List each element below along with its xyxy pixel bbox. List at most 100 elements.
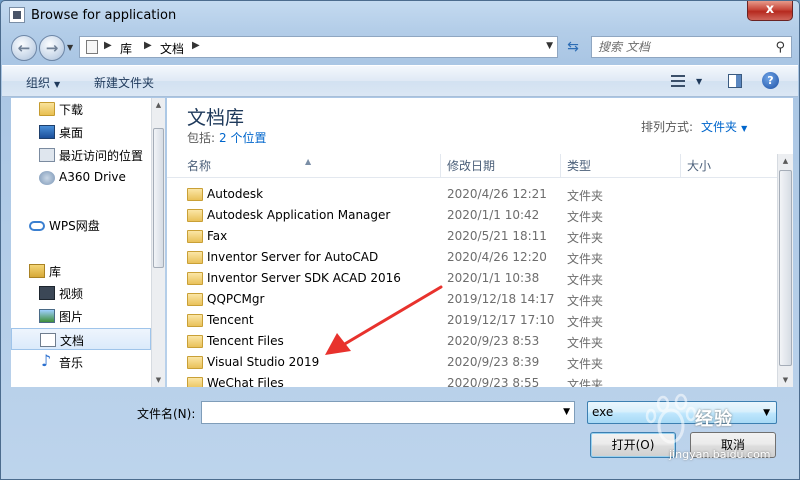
help-icon[interactable]: ? [762,72,779,89]
table-row[interactable]: QQPCMgr 2019/12/18 14:17 文件夹 [167,289,777,310]
nav-item-music[interactable]: 音乐 [11,351,151,373]
chevron-right-icon[interactable]: ▶ [192,40,200,51]
table-row[interactable]: Fax 2020/5/21 18:11 文件夹 [167,226,777,247]
file-date: 2020/9/23 8:55 [447,376,540,387]
sort-ascending-icon: ▲ [305,157,312,166]
table-row[interactable]: Autodesk Application Manager 2020/1/1 10… [167,205,777,226]
document-icon [40,333,56,347]
scroll-thumb[interactable] [153,128,164,268]
file-name: Autodesk [207,187,264,201]
scroll-up-icon[interactable]: ▲ [152,98,165,112]
back-button[interactable]: ← [11,35,37,61]
folder-icon [187,272,203,285]
table-row[interactable]: Autodesk 2020/4/26 12:21 文件夹 [167,184,777,205]
chevron-right-icon[interactable]: ▶ [104,40,112,51]
view-dropdown-icon[interactable]: ▼ [696,77,702,86]
chevron-down-icon[interactable]: ▼ [741,124,747,133]
chevron-down-icon[interactable]: ▼ [763,408,770,418]
folder-icon [187,230,203,243]
nav-item-documents[interactable]: 文档 [11,328,151,350]
nav-label: 库 [49,265,62,279]
file-list-scrollbar[interactable]: ▲ ▼ [777,154,793,387]
nav-label: 音乐 [59,356,84,370]
column-date-modified[interactable]: 修改日期 [441,154,561,178]
forward-button[interactable]: → [39,35,65,61]
close-button[interactable]: x [747,1,793,21]
nav-item-downloads[interactable]: 下载 [11,98,151,120]
column-size[interactable]: 大小 [681,154,777,178]
table-row[interactable]: Inventor Server SDK ACAD 2016 2020/1/1 1… [167,268,777,289]
file-date: 2019/12/17 17:10 [447,313,555,327]
column-name[interactable]: 名称 ▲ [167,154,441,178]
title-bar[interactable]: Browse for application x [1,1,799,31]
nav-item-wps-cloud[interactable]: WPS网盘 [11,214,151,236]
nav-label: A360 Drive [59,170,126,184]
file-name: Fax [207,229,228,243]
refresh-button[interactable]: ⇆ [561,37,585,57]
watermark-text: 经验 [695,409,733,430]
scroll-thumb[interactable] [779,170,792,366]
nav-item-desktop[interactable]: 桌面 [11,121,151,143]
file-list-pane: 文档库 包括: 2 个位置 排列方式: 文件夹 ▼ 名称 ▲ 修改日期 类型 大小 A… [167,98,777,387]
folder-icon [187,335,203,348]
nav-item-videos[interactable]: 视频 [11,282,151,304]
arrange-by-link[interactable]: 文件夹 [701,120,737,134]
folder-icon [187,188,203,201]
table-row[interactable]: WeChat Files 2020/9/23 8:55 文件夹 [167,373,777,387]
table-row[interactable]: Inventor Server for AutoCAD 2020/4/26 12… [167,247,777,268]
address-bar[interactable]: ▶ 库 ▶ 文档 ▶ ▼ [79,36,558,58]
folder-icon [187,356,203,369]
filename-label: 文件名(N): [137,407,196,421]
file-type: 文件夹 [567,378,604,387]
file-date: 2020/1/1 10:38 [447,271,540,285]
file-type: 文件夹 [567,189,604,203]
new-folder-button[interactable]: 新建文件夹 [94,74,154,91]
breadcrumb-documents[interactable]: 文档 [160,40,184,57]
nav-item-libraries[interactable]: 库 [11,260,151,282]
file-date: 2020/5/21 18:11 [447,229,547,243]
folder-icon [39,102,55,116]
cloud-icon [29,221,45,231]
table-row[interactable]: Visual Studio 2019 2020/9/23 8:39 文件夹 [167,352,777,373]
file-type: 文件夹 [567,336,604,350]
file-name: WeChat Files [207,376,284,387]
chevron-down-icon[interactable]: ▼ [563,407,570,417]
file-type: 文件夹 [567,273,604,287]
column-header: 名称 ▲ 修改日期 类型 大小 [167,154,777,178]
nav-item-pictures[interactable]: 图片 [11,305,151,327]
search-input[interactable] [598,40,768,54]
command-bar: 组织 ▼ 新建文件夹 ▼ ? [2,65,798,97]
file-name: Tencent Files [207,334,284,348]
address-dropdown-icon[interactable]: ▼ [546,41,553,51]
nav-scrollbar[interactable]: ▲ ▼ [151,98,165,387]
column-type[interactable]: 类型 [561,154,681,178]
filename-input[interactable] [206,404,546,421]
scrollbar-gap [777,98,793,154]
back-arrow-icon: ← [17,39,31,57]
window-title: Browse for application [31,8,177,23]
search-box[interactable]: ⚲ [591,36,792,58]
table-row[interactable]: Tencent 2019/12/17 17:10 文件夹 [167,310,777,331]
table-row[interactable]: Tencent Files 2020/9/23 8:53 文件夹 [167,331,777,352]
filename-combobox[interactable]: ▼ [201,401,575,424]
refresh-icon: ⇆ [567,39,579,55]
open-button[interactable]: 打开(O) [590,432,676,458]
view-options-icon[interactable] [671,74,685,88]
preview-pane-icon[interactable] [728,74,742,88]
locations-link[interactable]: 2 个位置 [219,131,266,145]
organize-label: 组织 [26,76,51,90]
nav-item-a360-drive[interactable]: A360 Drive [11,167,151,189]
breadcrumb-library[interactable]: 库 [120,40,132,57]
recent-pages-dropdown[interactable]: ▼ [67,43,73,52]
arrange-label: 排列方式: [641,120,694,134]
scroll-down-icon[interactable]: ▼ [778,373,793,387]
organize-button[interactable]: 组织 ▼ [26,74,60,91]
scroll-up-icon[interactable]: ▲ [778,154,793,168]
search-icon[interactable]: ⚲ [775,40,785,55]
file-type-filter[interactable]: exe ▼ [587,401,777,424]
nav-item-recent-places[interactable]: 最近访问的位置 [11,144,151,166]
chevron-right-icon[interactable]: ▶ [144,40,152,51]
library-title: 文档库 [187,107,245,129]
file-name: Inventor Server SDK ACAD 2016 [207,271,401,285]
scroll-down-icon[interactable]: ▼ [152,373,165,387]
